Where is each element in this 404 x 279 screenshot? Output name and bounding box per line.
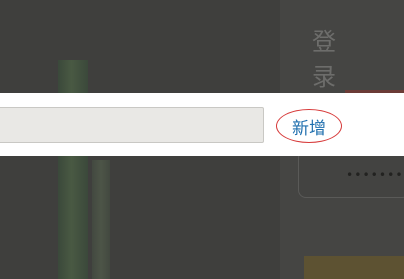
name-input[interactable] xyxy=(0,107,264,143)
login-button xyxy=(304,256,404,279)
password-mask: •••••••• xyxy=(346,168,404,182)
add-link[interactable]: 新增 xyxy=(276,109,342,143)
plant-decoration-secondary xyxy=(92,160,110,279)
login-title: 登 录 xyxy=(312,28,350,91)
